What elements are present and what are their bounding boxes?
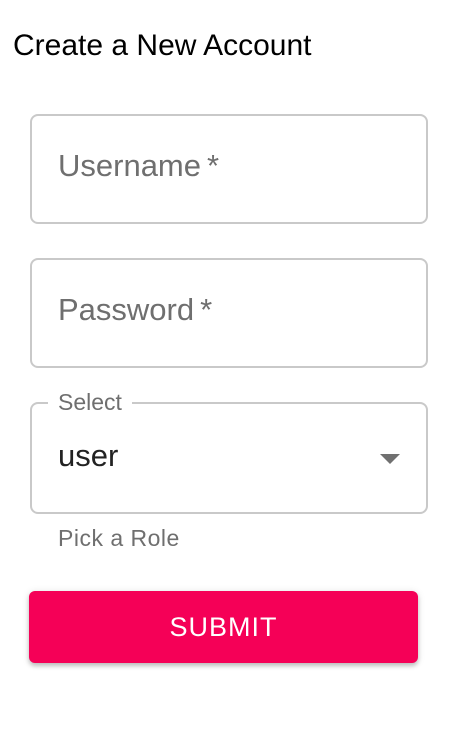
password-required-marker: *: [200, 292, 213, 327]
password-placeholder-text: Password: [58, 292, 195, 327]
role-select[interactable]: Select user: [30, 388, 428, 514]
submit-button[interactable]: SUBMIT: [29, 591, 418, 663]
page-title: Create a New Account: [13, 29, 312, 62]
role-select-label: Select: [48, 388, 132, 416]
dropdown-arrow-icon[interactable]: [380, 454, 400, 464]
password-field[interactable]: Password *: [30, 258, 428, 368]
username-placeholder-text: Username: [58, 148, 201, 183]
role-helper-text: Pick a Role: [58, 525, 180, 551]
role-select-value: user: [58, 438, 119, 473]
username-field[interactable]: Username *: [30, 114, 428, 224]
username-required-marker: *: [207, 148, 220, 183]
username-placeholder: Username *: [58, 148, 219, 184]
password-placeholder: Password *: [58, 292, 212, 328]
